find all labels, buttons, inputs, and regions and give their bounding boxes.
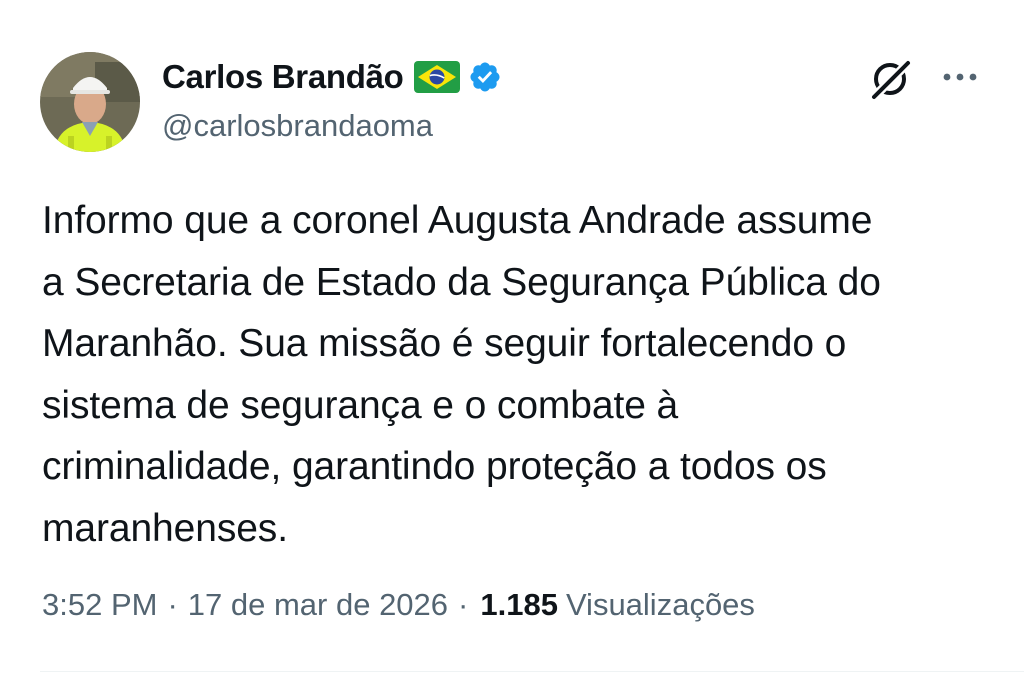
meta-separator: ·	[167, 587, 178, 622]
views-label[interactable]: Visualizações	[566, 587, 755, 623]
tweet-time[interactable]: 3:52 PM	[42, 587, 157, 623]
views-count[interactable]: 1.185	[480, 587, 558, 623]
avatar-image	[40, 52, 140, 152]
tweet-text: Informo que a coronel Augusta Andrade as…	[42, 199, 881, 550]
verified-badge-icon[interactable]	[468, 60, 502, 94]
author-handle[interactable]: @carlosbrandaoma	[162, 108, 433, 144]
grok-icon[interactable]	[868, 54, 916, 102]
meta-separator-2: ·	[458, 587, 469, 622]
tweet-date[interactable]: 17 de mar de 2026	[188, 587, 448, 623]
tweet-metadata: 3:52 PM · 17 de mar de 2026 · 1.185 Visu…	[42, 587, 755, 623]
author-display-name[interactable]: Carlos Brandão	[162, 58, 404, 96]
author-name-row: Carlos Brandão	[162, 55, 502, 99]
avatar[interactable]	[40, 52, 140, 152]
tweet-card: Carlos Brandão @carlosbrandaoma Informo …	[0, 0, 1024, 676]
more-options-icon[interactable]	[940, 62, 980, 92]
brazil-flag-icon	[413, 61, 460, 93]
divider	[40, 671, 1024, 672]
